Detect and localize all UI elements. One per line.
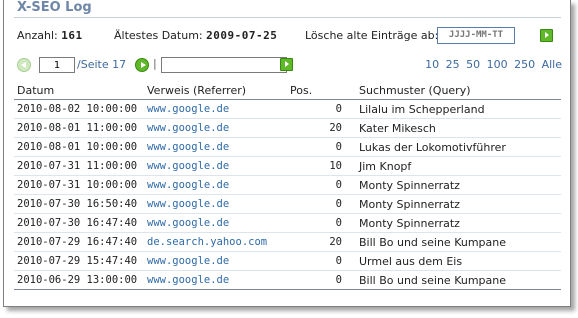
row-position: 20 <box>287 118 356 138</box>
oldest-date-value: 2009-07-25 <box>206 29 278 42</box>
row-position: 0 <box>287 270 356 290</box>
delete-go-button[interactable] <box>540 29 553 42</box>
log-panel: X-SEO Log Anzahl: 161 Ältestes Datum: 20… <box>3 0 571 307</box>
per-page-option[interactable]: Alle <box>542 58 562 71</box>
page-number-input[interactable] <box>39 57 75 73</box>
row-position: 20 <box>287 232 356 252</box>
log-table: Datum Verweis (Referrer) Pos. Suchmuster… <box>14 82 561 290</box>
panel-title: X-SEO Log <box>17 0 92 15</box>
row-position: 0 <box>287 251 356 271</box>
table-row: 2010-07-30 16:47:40 www.google.de 0 Monty S… <box>14 213 561 233</box>
table-row: 2010-08-01 11:00:00 www.google.de 20 Kater … <box>14 118 561 138</box>
row-query: Lilalu im Schepperland <box>356 99 561 119</box>
table-row: 2010-07-31 10:00:00 www.google.de 0 Monty S… <box>14 175 561 195</box>
pager-separator: | <box>153 57 157 70</box>
column-header-referrer[interactable]: Verweis (Referrer) <box>144 82 287 100</box>
table-row: 2010-06-29 13:00:00 www.google.de 0 Bill Bo… <box>14 270 561 290</box>
row-referrer-link[interactable]: www.google.de <box>144 213 287 233</box>
oldest-date-label: Ältestes Datum: <box>114 29 203 42</box>
page-total-link[interactable]: /Seite 17 <box>77 58 126 71</box>
row-date: 2010-07-31 11:00:00 <box>14 156 144 176</box>
count-label: Anzahl: <box>17 29 58 42</box>
row-referrer-link[interactable]: www.google.de <box>144 175 287 195</box>
table-row: 2010-07-30 16:50:40 www.google.de 0 Monty S… <box>14 194 561 214</box>
count-value: 161 <box>61 29 83 42</box>
row-referrer-link[interactable]: www.google.de <box>144 194 287 214</box>
row-referrer-link[interactable]: www.google.de <box>144 251 287 271</box>
row-query: Jim Knopf <box>356 156 561 176</box>
table-row: 2010-07-29 16:47:40 de.search.yahoo.com 20… <box>14 232 561 252</box>
row-query: Monty Spinnerratz <box>356 213 561 233</box>
row-position: 0 <box>287 213 356 233</box>
row-date: 2010-07-30 16:50:40 <box>14 194 144 214</box>
row-date: 2010-08-01 11:00:00 <box>14 118 144 138</box>
row-position: 10 <box>287 156 356 176</box>
row-referrer-link[interactable]: www.google.de <box>144 270 287 290</box>
filter-input[interactable] <box>161 57 287 73</box>
table-row: 2010-07-31 11:00:00 www.google.de 10 Jim Kn… <box>14 156 561 176</box>
column-header-query[interactable]: Suchmuster (Query) <box>356 82 561 100</box>
oldest-date-info: Ältestes Datum: 2009-07-25 <box>114 28 277 44</box>
row-position: 0 <box>287 175 356 195</box>
row-date: 2010-07-29 16:47:40 <box>14 232 144 252</box>
row-referrer-link[interactable]: www.google.de <box>144 137 287 157</box>
row-date: 2010-07-30 16:47:40 <box>14 213 144 233</box>
next-page-icon[interactable] <box>135 58 149 72</box>
per-page-option[interactable]: 25 <box>446 58 460 71</box>
per-page-options: 10 25 50 100 250 Alle <box>422 58 562 71</box>
column-header-pos[interactable]: Pos. <box>287 82 356 100</box>
row-query: Urmel aus dem Eis <box>356 251 561 271</box>
row-date: 2010-07-29 15:47:40 <box>14 251 144 271</box>
row-date: 2010-07-31 10:00:00 <box>14 175 144 195</box>
row-query: Lukas der Lokomotivführer <box>356 137 561 157</box>
table-row: 2010-07-29 15:47:40 www.google.de 0 Urmel a… <box>14 251 561 271</box>
filter-go-button[interactable] <box>280 58 293 71</box>
row-referrer-link[interactable]: www.google.de <box>144 99 287 119</box>
row-position: 0 <box>287 137 356 157</box>
row-query: Kater Mikesch <box>356 118 561 138</box>
row-query: Monty Spinnerratz <box>356 175 561 195</box>
delete-label: Lösche alte Einträge ab: <box>305 29 439 42</box>
per-page-option[interactable]: 100 <box>487 58 508 71</box>
pagination-bar: /Seite 17 | 10 25 50 100 250 Alle <box>17 55 562 73</box>
row-date: 2010-06-29 13:00:00 <box>14 270 144 290</box>
row-referrer-link[interactable]: www.google.de <box>144 156 287 176</box>
column-header-date[interactable]: Datum <box>14 82 144 100</box>
table-row: 2010-08-01 10:00:00 www.google.de 0 Lukas d… <box>14 137 561 157</box>
row-query: Monty Spinnerratz <box>356 194 561 214</box>
row-query: Bill Bo und seine Kumpane <box>356 232 561 252</box>
row-position: 0 <box>287 99 356 119</box>
table-row: 2010-08-02 10:00:00 www.google.de 0 Lilalu … <box>14 99 561 119</box>
row-position: 0 <box>287 194 356 214</box>
row-referrer-link[interactable]: www.google.de <box>144 118 287 138</box>
row-referrer-link[interactable]: de.search.yahoo.com <box>144 232 287 252</box>
per-page-option[interactable]: 50 <box>466 58 480 71</box>
table-header-row: Datum Verweis (Referrer) Pos. Suchmuster… <box>14 82 561 100</box>
per-page-option[interactable]: 10 <box>425 58 439 71</box>
count-info: Anzahl: 161 <box>17 28 83 44</box>
row-query: Bill Bo und seine Kumpane <box>356 270 561 290</box>
title-divider <box>14 17 561 18</box>
row-date: 2010-08-02 10:00:00 <box>14 99 144 119</box>
row-date: 2010-08-01 10:00:00 <box>14 137 144 157</box>
per-page-option[interactable]: 250 <box>514 58 535 71</box>
delete-date-input[interactable] <box>437 27 515 44</box>
previous-page-icon[interactable] <box>17 58 31 72</box>
